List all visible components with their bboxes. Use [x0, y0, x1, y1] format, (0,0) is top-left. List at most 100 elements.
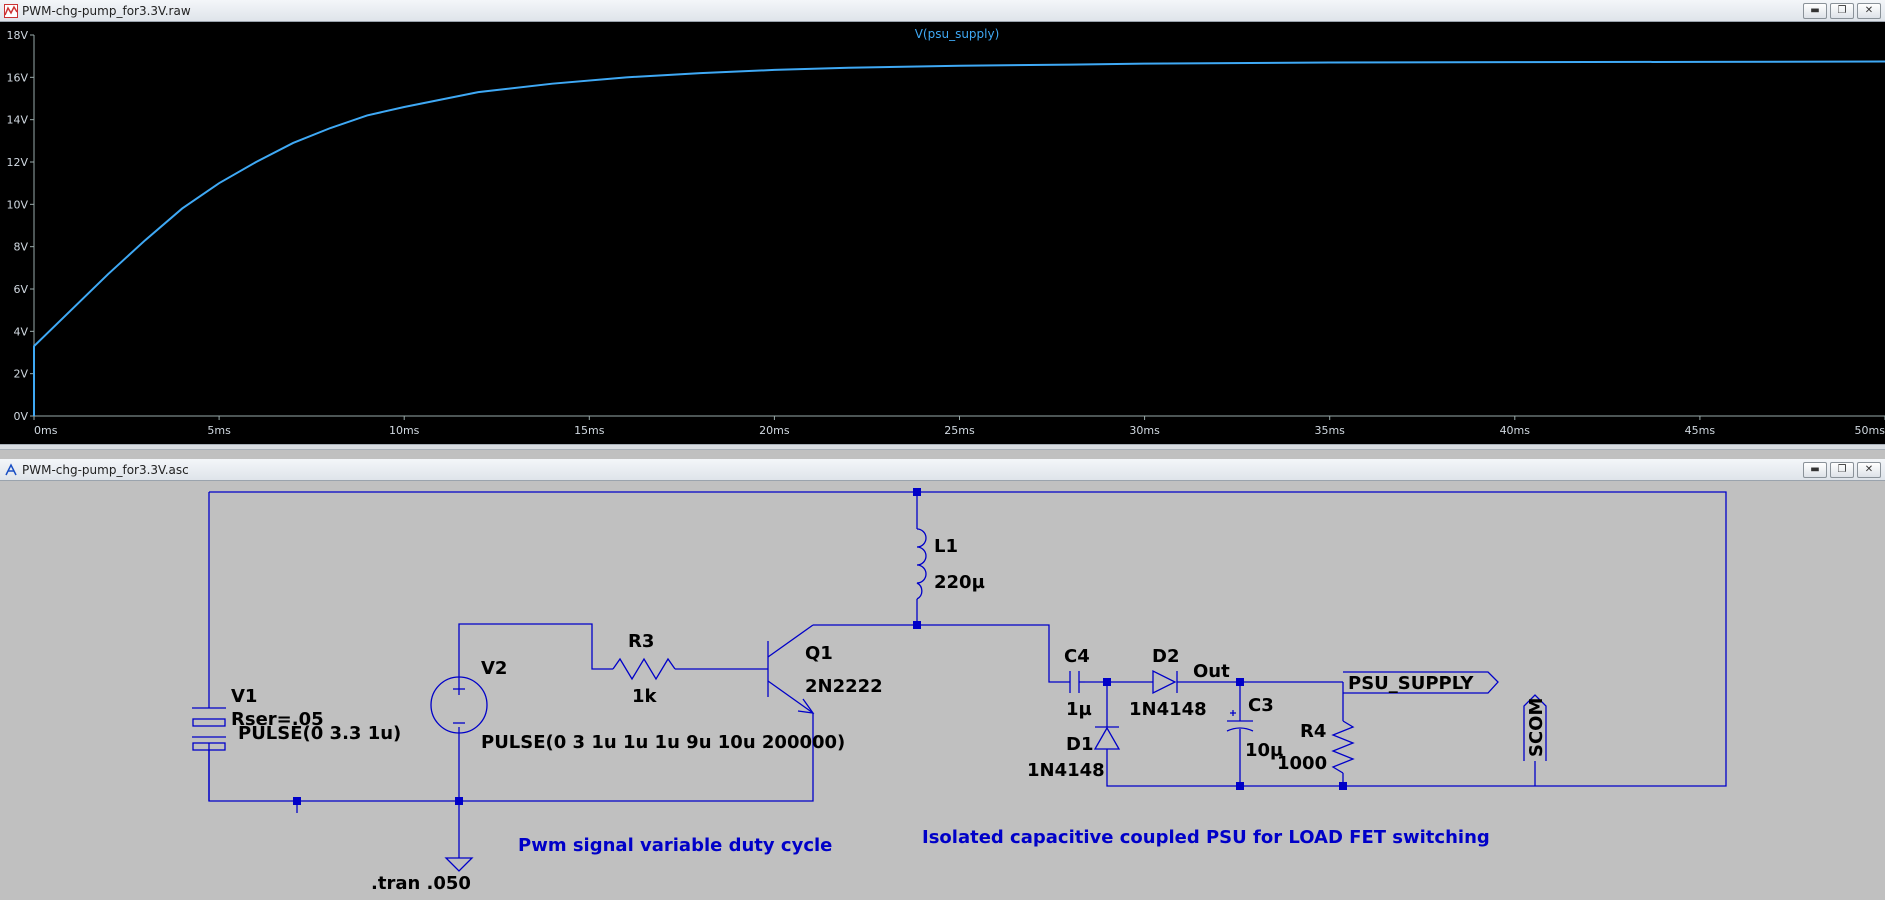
x-tick-label: 5ms: [207, 424, 231, 437]
y-tick-label: 8V: [13, 241, 28, 254]
minimize-icon[interactable]: ▬: [1803, 3, 1827, 19]
d2-value[interactable]: 1N4148: [1129, 699, 1207, 720]
waveform-plot[interactable]: V(psu_supply) 18V16V14V12V10V8V6V4V2V0V …: [0, 22, 1885, 444]
y-tick-label: 16V: [6, 71, 28, 84]
y-tick-label: 14V: [6, 114, 28, 127]
l1-name[interactable]: L1: [934, 536, 958, 557]
waveform-app-icon: [4, 4, 18, 18]
data-point: [329, 127, 331, 129]
data-point: [1069, 64, 1072, 66]
data-point: [181, 207, 183, 210]
schematic-window-title: PWM-chg-pump_for3.3V.asc: [22, 463, 189, 477]
data-point: [33, 345, 35, 347]
ground-symbol[interactable]: [444, 857, 474, 872]
data-point: [255, 161, 257, 163]
plot-series: [33, 60, 1885, 416]
x-tick-label: 10ms: [389, 424, 420, 437]
y-tick-label: 12V: [6, 156, 28, 169]
v2-name[interactable]: V2: [481, 658, 507, 679]
data-point: [1699, 61, 1701, 63]
r4-resistor-symbol[interactable]: [1331, 720, 1355, 774]
tran-directive[interactable]: .tran .050: [371, 873, 471, 894]
v1-battery-symbol[interactable]: [192, 707, 226, 801]
x-tick-label: 35ms: [1314, 424, 1345, 437]
y-tick-label: 2V: [13, 368, 28, 381]
psu-supply-label[interactable]: PSU_SUPPLY: [1348, 673, 1474, 694]
data-point: [70, 309, 72, 311]
schematic-window-titlebar: PWM-chg-pump_for3.3V.asc ▬ ❐ ✕: [0, 459, 1885, 481]
x-axis: 0ms 5ms 10ms 15ms 20ms 25ms 30ms 35ms 40ms 45ms 50…: [33, 415, 1885, 437]
c4-value[interactable]: 1µ: [1066, 699, 1092, 720]
window-separator[interactable]: [0, 444, 1885, 450]
data-point: [144, 239, 146, 241]
v1-name[interactable]: V1: [231, 686, 257, 707]
c4-capacitor-symbol[interactable]: [1069, 671, 1085, 693]
series-line[interactable]: [33, 60, 1885, 416]
d1-value[interactable]: 1N4148: [1027, 760, 1105, 781]
data-point: [1514, 61, 1516, 63]
pwm-comment[interactable]: Pwm signal variable duty cycle: [518, 835, 832, 856]
restore-icon[interactable]: ❐: [1830, 462, 1854, 478]
schematic-canvas[interactable]: V1 Rser=.05 PULSE(0 3.3 1u) V2 PULSE(0 3…: [0, 481, 1885, 900]
x-tick-label: 0ms: [34, 424, 58, 437]
wire-top-rail[interactable]: [209, 491, 1727, 787]
d2-diode-symbol[interactable]: [1152, 669, 1178, 695]
data-point: [292, 142, 294, 144]
l1-inductor-symbol[interactable]: [916, 528, 927, 600]
d2-name[interactable]: D2: [1152, 646, 1179, 667]
x-tick-label: 40ms: [1500, 424, 1531, 437]
d1-diode-symbol[interactable]: [1093, 726, 1121, 750]
q1-transistor-symbol[interactable]: [767, 624, 815, 714]
y-tick-label: 18V: [6, 29, 28, 42]
net-out-label[interactable]: Out: [1193, 661, 1230, 682]
wire-q1-collector[interactable]: [813, 624, 1070, 683]
c4-name[interactable]: C4: [1064, 646, 1090, 667]
psu-comment[interactable]: Isolated capacitive coupled PSU for LOAD…: [922, 827, 1490, 848]
d1-name[interactable]: D1: [1066, 734, 1093, 755]
x-tick-label: 20ms: [759, 424, 790, 437]
y-tick-label: 4V: [13, 325, 28, 338]
x-tick-label: 25ms: [944, 424, 975, 437]
data-point: [1329, 61, 1331, 64]
y-tick-label: 6V: [13, 283, 28, 296]
minimize-icon[interactable]: ▬: [1803, 462, 1827, 478]
data-point: [218, 182, 220, 184]
r4-name[interactable]: R4: [1300, 721, 1326, 742]
data-point: [477, 91, 479, 93]
y-tick-label: 0V: [13, 410, 28, 423]
r3-name[interactable]: R3: [628, 631, 654, 652]
data-point: [773, 69, 776, 71]
schematic-app-icon: [5, 463, 17, 476]
q1-value[interactable]: 2N2222: [805, 676, 883, 697]
data-point: [1144, 62, 1146, 65]
waveform-window-title: PWM-chg-pump_for3.3V.raw: [22, 4, 191, 18]
data-point: [107, 273, 109, 275]
data-point: [403, 106, 405, 108]
l1-value[interactable]: 220µ: [934, 572, 985, 593]
y-axis: 18V 16V 14V 12V 10V 8V 6V 4V 2V 0V: [6, 29, 35, 423]
restore-icon[interactable]: ❐: [1830, 3, 1854, 19]
v2-value[interactable]: PULSE(0 3 1u 1u 1u 9u 10u 200000): [481, 732, 845, 753]
c3-name[interactable]: C3: [1248, 695, 1274, 716]
data-point: [551, 83, 553, 85]
data-point: [366, 114, 368, 117]
v2-source-symbol[interactable]: [430, 676, 488, 734]
close-icon[interactable]: ✕: [1857, 3, 1881, 19]
data-point: [699, 72, 701, 74]
data-point: [847, 67, 850, 69]
close-icon[interactable]: ✕: [1857, 462, 1881, 478]
r4-value[interactable]: 1000: [1277, 753, 1327, 774]
trace-label[interactable]: V(psu_supply): [915, 27, 1000, 41]
waveform-window-titlebar: PWM-chg-pump_for3.3V.raw ▬ ❐ ✕: [0, 0, 1885, 22]
r3-resistor-symbol[interactable]: [612, 657, 676, 681]
scom-label[interactable]: SCOM: [1526, 698, 1547, 757]
q1-name[interactable]: Q1: [805, 643, 833, 664]
data-point: [958, 65, 961, 67]
y-tick-label: 10V: [6, 198, 28, 211]
data-point: [625, 76, 627, 78]
v1-value[interactable]: PULSE(0 3.3 1u): [238, 723, 401, 744]
x-tick-label: 50ms: [1855, 424, 1885, 437]
r3-value[interactable]: 1k: [632, 686, 658, 707]
x-tick-label: 15ms: [574, 424, 605, 437]
x-tick-label: 30ms: [1129, 424, 1160, 437]
